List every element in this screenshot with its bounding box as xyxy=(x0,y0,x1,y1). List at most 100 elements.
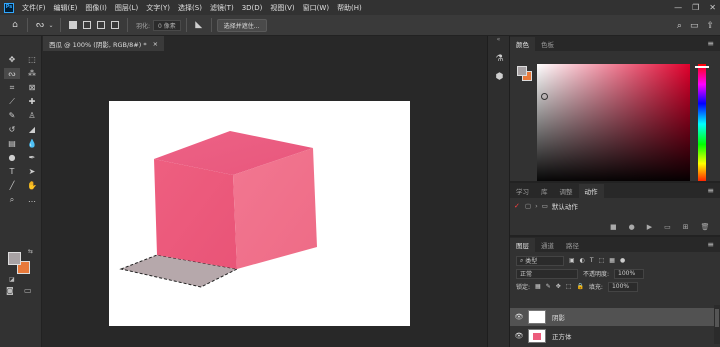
filter-pixel-icon[interactable]: ▣ xyxy=(569,257,575,264)
eye-icon[interactable]: 👁 xyxy=(510,332,528,340)
healing-brush-tool-icon[interactable]: ✚ xyxy=(24,96,40,107)
filter-smart-icon[interactable]: ▦ xyxy=(609,257,615,264)
close-button[interactable]: ✕ xyxy=(709,3,716,12)
menu-help[interactable]: 帮助(H) xyxy=(333,3,366,13)
canvas-area[interactable] xyxy=(42,51,487,347)
menu-filter[interactable]: 滤镜(T) xyxy=(206,3,238,13)
action-set-row[interactable]: ✓ ▢ › ▭ 默认动作 xyxy=(510,200,720,212)
blur-tool-icon[interactable]: 💧 xyxy=(24,138,40,149)
tab-channels[interactable]: 通道 xyxy=(535,238,560,252)
document-tab[interactable]: 西瓜 @ 100% (阴影, RGB/8#) * × xyxy=(43,36,165,51)
lock-all-icon[interactable]: 🔒 xyxy=(576,283,583,290)
delete-icon[interactable]: 🗑 xyxy=(701,223,710,231)
hue-slider-handle[interactable] xyxy=(695,66,709,68)
crop-tool-icon[interactable]: ⌗ xyxy=(4,82,20,93)
new-set-icon[interactable]: ▭ xyxy=(664,223,671,231)
menu-select[interactable]: 选择(S) xyxy=(174,3,206,13)
layer-row[interactable]: 👁 阴影 xyxy=(510,308,720,326)
foreground-color-swatch[interactable] xyxy=(8,252,21,265)
filter-toggle-icon[interactable]: ● xyxy=(620,257,625,264)
more-tools-icon[interactable]: … xyxy=(24,194,40,205)
screen-mode-icon[interactable]: ▭ xyxy=(24,286,32,295)
toggle-dialog-icon[interactable]: ▢ xyxy=(525,202,531,210)
marquee-tool-icon[interactable]: ⬚ xyxy=(24,54,40,65)
default-colors-icon[interactable]: ◪ xyxy=(9,276,15,283)
lock-position-icon[interactable]: ✥ xyxy=(556,283,561,290)
lasso-tool-preset-icon[interactable]: ᔓ xyxy=(33,18,47,32)
menu-layer[interactable]: 图层(L) xyxy=(111,3,142,13)
tab-paths[interactable]: 路径 xyxy=(560,238,585,252)
lock-transparent-icon[interactable]: ▦ xyxy=(535,283,541,290)
dodge-tool-icon[interactable]: ● xyxy=(4,152,20,163)
picker-cursor[interactable] xyxy=(541,93,548,100)
filter-type-icon[interactable]: T xyxy=(590,257,594,264)
hand-tool-icon[interactable]: ✋ xyxy=(24,180,40,191)
subtract-from-selection-icon[interactable] xyxy=(97,21,105,29)
line-tool-icon[interactable]: ╱ xyxy=(4,180,20,191)
menu-edit[interactable]: 编辑(E) xyxy=(50,3,82,13)
play-icon[interactable]: ▶ xyxy=(647,223,652,231)
menu-3d[interactable]: 3D(D) xyxy=(238,4,267,12)
gradient-tool-icon[interactable]: ▤ xyxy=(4,138,20,149)
color-picker-field[interactable] xyxy=(537,64,690,184)
hue-slider[interactable] xyxy=(698,64,706,184)
layers-scrollbar[interactable] xyxy=(714,305,720,344)
new-selection-icon[interactable] xyxy=(69,21,77,29)
intersect-selection-icon[interactable] xyxy=(111,21,119,29)
tab-learn[interactable]: 学习 xyxy=(510,184,535,198)
menu-view[interactable]: 视图(V) xyxy=(266,3,298,13)
type-tool-icon[interactable]: T xyxy=(4,166,20,177)
close-tab-icon[interactable]: × xyxy=(153,40,158,48)
history-icon[interactable]: ⚗ xyxy=(488,50,511,68)
zoom-tool-icon[interactable]: ⌕ xyxy=(4,194,20,205)
filter-shape-icon[interactable]: ⬚ xyxy=(599,257,605,264)
history-brush-tool-icon[interactable]: ↺ xyxy=(4,124,20,135)
path-selection-tool-icon[interactable]: ➤ xyxy=(24,166,40,177)
tab-adjustments[interactable]: 调整 xyxy=(554,184,579,198)
tab-color[interactable]: 颜色 xyxy=(510,37,535,51)
clone-stamp-tool-icon[interactable]: ♙ xyxy=(24,110,40,121)
feather-input[interactable]: 0 像素 xyxy=(153,19,181,31)
frame-tool-icon[interactable]: ⊠ xyxy=(24,82,40,93)
home-icon[interactable]: ⌂ xyxy=(8,18,22,32)
tab-layers[interactable]: 图层 xyxy=(510,238,535,252)
panel-menu-icon[interactable]: ≡ xyxy=(707,186,714,195)
lasso-tool-icon[interactable]: ᔓ xyxy=(4,68,20,79)
eyedropper-tool-icon[interactable]: ⟋ xyxy=(4,96,20,107)
tab-actions[interactable]: 动作 xyxy=(578,184,604,198)
workspace-icon[interactable]: ▭ xyxy=(690,21,699,31)
tab-swatches[interactable]: 色板 xyxy=(535,37,560,51)
anti-alias-icon[interactable]: ◣ xyxy=(192,18,206,32)
pen-tool-icon[interactable]: ✒ xyxy=(24,152,40,163)
panel-menu-icon[interactable]: ≡ xyxy=(707,240,714,249)
opacity-input[interactable]: 100% xyxy=(614,268,645,279)
stop-icon[interactable]: ■ xyxy=(610,223,617,231)
add-to-selection-icon[interactable] xyxy=(83,21,91,29)
scrollbar-thumb[interactable] xyxy=(715,309,719,327)
swap-colors-icon[interactable]: ⇆ xyxy=(28,248,33,255)
select-and-mask-button[interactable]: 选择并遮住... xyxy=(216,18,267,32)
3d-icon[interactable]: ⬢ xyxy=(488,68,511,86)
collapse-icon[interactable]: « xyxy=(488,36,509,50)
record-icon[interactable]: ● xyxy=(629,223,635,231)
share-icon[interactable]: ⇪ xyxy=(706,21,714,31)
quick-mask-icon[interactable]: ◙ xyxy=(6,286,14,295)
fill-input[interactable]: 100% xyxy=(607,281,638,292)
eye-icon[interactable]: 👁 xyxy=(510,313,528,321)
lock-artboard-icon[interactable]: ⬚ xyxy=(566,283,572,290)
restore-button[interactable]: ❐ xyxy=(692,3,699,12)
menu-image[interactable]: 图像(I) xyxy=(81,3,111,13)
lock-pixels-icon[interactable]: ✎ xyxy=(546,283,551,290)
search-icon[interactable]: ⌕ xyxy=(677,21,682,31)
filter-adjustment-icon[interactable]: ◐ xyxy=(580,257,585,264)
menu-file[interactable]: 文件(F) xyxy=(18,3,50,13)
document-canvas[interactable] xyxy=(109,101,410,326)
layer-row[interactable]: 👁 正方体 xyxy=(510,327,720,345)
chevron-right-icon[interactable]: › xyxy=(535,202,538,210)
checkmark-icon[interactable]: ✓ xyxy=(514,202,521,210)
chevron-down-icon[interactable]: ⌄ xyxy=(47,18,55,32)
panel-menu-icon[interactable]: ≡ xyxy=(707,39,714,48)
menu-window[interactable]: 窗口(W) xyxy=(299,3,333,13)
new-action-icon[interactable]: ⊞ xyxy=(683,223,689,231)
tab-libraries[interactable]: 库 xyxy=(535,184,554,198)
